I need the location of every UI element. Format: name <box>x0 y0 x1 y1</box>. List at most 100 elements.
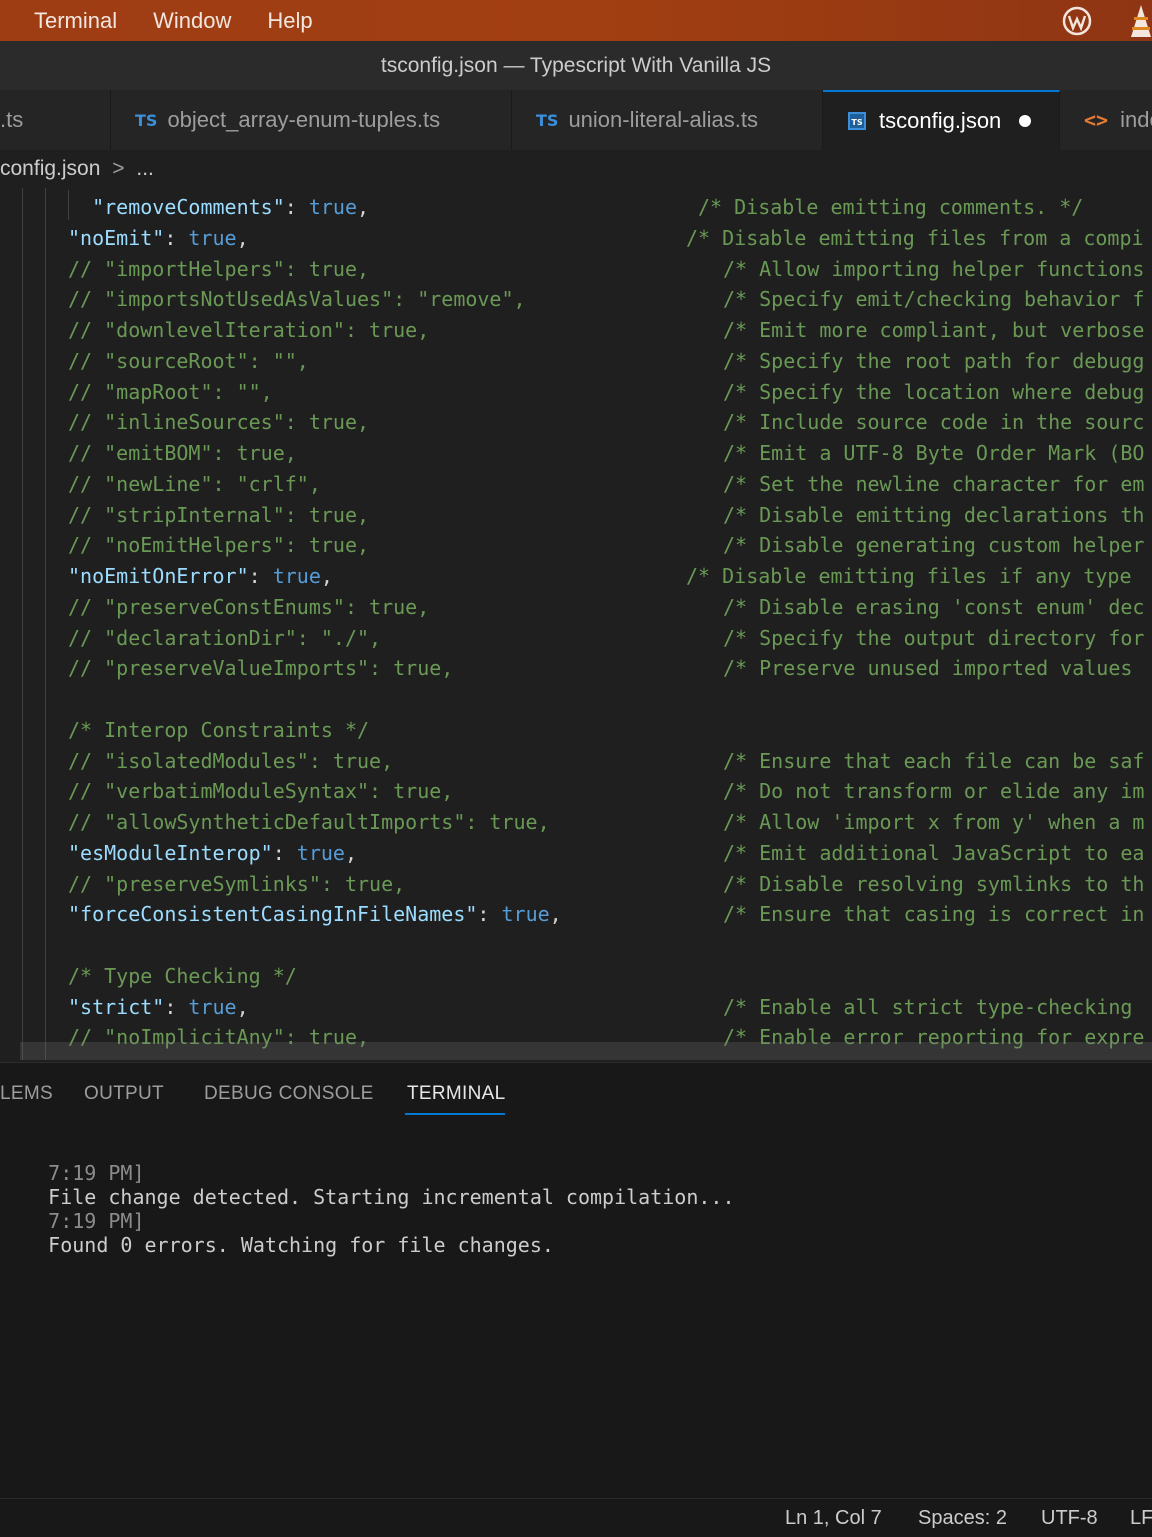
code-text: // "inlineSources": true, <box>68 410 370 435</box>
code-comment: /* Ensure that each file can be saf <box>723 748 1145 773</box>
code-text: // "declarationDir": "./", <box>68 625 382 650</box>
tab-union-literal-alias[interactable]: TS union-literal-alias.ts <box>512 90 823 150</box>
code-line[interactable]: // "downlevelIteration": true, /* Emit mo… <box>0 315 1152 346</box>
code-line[interactable]: // "newLine": "crlf", /* Set the newline … <box>0 469 1152 500</box>
tab-debug-console[interactable]: DEBUG CONSOLE <box>204 1083 374 1105</box>
code-line[interactable]: // "inlineSources": true, /* Include sour… <box>0 407 1152 438</box>
code-editor[interactable]: "removeComments": true, /* Disable emitti… <box>0 188 1152 1060</box>
code-line[interactable]: // "stripInternal": true, /* Disable emit… <box>0 500 1152 531</box>
tab-index-html[interactable]: <> inde <box>1060 90 1152 150</box>
code-line[interactable] <box>0 684 1152 715</box>
tab-object-array-enum-tuples[interactable]: TS object_array-enum-tuples.ts <box>111 90 512 150</box>
code-comment: /* Emit additional JavaScript to ea <box>723 840 1145 865</box>
tab-output[interactable]: OUTPUT <box>84 1083 164 1105</box>
code-line[interactable]: "noEmitOnError": true, /* Disable emittin… <box>0 561 1152 592</box>
code-text: // "isolatedModules": true, <box>68 748 394 773</box>
breadcrumb-more[interactable]: ... <box>136 157 154 180</box>
vlc-icon[interactable] <box>1130 3 1152 39</box>
code-text: // "sourceRoot": "", <box>68 348 309 373</box>
code-line[interactable] <box>0 930 1152 961</box>
code-comment: /* Disable emitting comments. */ <box>698 195 1084 219</box>
terminal-line: 7:19 PM] Found 0 errors. Watching for fi… <box>0 1185 554 1281</box>
code-line[interactable]: "forceConsistentCasingInFileNames": true… <box>0 899 1152 930</box>
code-line[interactable]: // "mapRoot": "", /* Specify the location… <box>0 377 1152 408</box>
code-line[interactable]: // "preserveSymlinks": true, /* Disable r… <box>0 869 1152 900</box>
code-text: // "preserveValueImports": true, <box>68 656 454 681</box>
tab-partial-ts[interactable]: .ts <box>0 90 111 150</box>
breadcrumb-file[interactable]: config.json <box>0 157 100 180</box>
code-line[interactable]: "removeComments": true, /* Disable emitti… <box>0 192 1152 223</box>
menu-bar: Terminal Window Help <box>0 0 1152 41</box>
menu-window[interactable]: Window <box>153 8 231 34</box>
code-line[interactable]: // "preserveValueImports": true, /* Prese… <box>0 653 1152 684</box>
code-line[interactable]: // "verbatimModuleSyntax": true, /* Do no… <box>0 776 1152 807</box>
code-text: // "downlevelIteration": true, <box>68 318 430 342</box>
code-text: "noEmit": true, <box>68 225 249 250</box>
code-line[interactable]: // "importHelpers": true, /* Allow import… <box>0 254 1152 285</box>
tab-terminal[interactable]: TERMINAL <box>407 1083 505 1105</box>
tab-tsconfig-json[interactable]: TS tsconfig.json <box>823 90 1060 150</box>
menu-help[interactable]: Help <box>267 8 312 34</box>
code-line[interactable]: // "sourceRoot": "", /* Specify the root … <box>0 346 1152 377</box>
code-line[interactable]: "esModuleInterop": true, /* Emit addition… <box>0 838 1152 869</box>
code-line[interactable]: // "importsNotUsedAsValues": "remove", /*… <box>0 284 1152 315</box>
code-comment: /* Enable all strict type-checking <box>723 994 1133 1019</box>
code-text: // "mapRoot": "", <box>68 379 273 404</box>
code-line[interactable]: // "declarationDir": "./", /* Specify the… <box>0 623 1152 654</box>
cursor-position[interactable]: Ln 1, Col 7 <box>785 1507 882 1530</box>
code-line[interactable]: // "isolatedModules": true, /* Ensure tha… <box>0 746 1152 777</box>
window-title: tsconfig.json — Typescript With Vanilla … <box>0 41 1152 91</box>
editor-tab-bar: .ts TS object_array-enum-tuples.ts TS un… <box>0 90 1152 150</box>
code-text: // "importsNotUsedAsValues": "remove", <box>68 287 526 312</box>
code-text: "forceConsistentCasingInFileNames": true… <box>68 902 562 927</box>
ts-file-icon: TS <box>536 110 559 130</box>
html-file-icon: <> <box>1084 108 1109 132</box>
code-line[interactable]: "noEmit": true, /* Disable emitting files… <box>0 223 1152 254</box>
code-line[interactable]: // "allowSyntheticDefaultImports": true,… <box>0 807 1152 838</box>
eol-setting[interactable]: LF <box>1130 1507 1152 1530</box>
horizontal-scrollbar[interactable] <box>20 1042 1152 1060</box>
code-comment: /* Preserve unused imported values <box>723 656 1133 681</box>
code-comment: /* Include source code in the sourc <box>723 410 1145 435</box>
tab-label: inde <box>1120 107 1152 132</box>
code-comment: /* Specify the output directory for <box>723 625 1145 650</box>
encoding-setting[interactable]: UTF-8 <box>1041 1507 1098 1530</box>
code-text: "noEmitOnError": true, <box>68 564 333 588</box>
code-text: // "preserveConstEnums": true, <box>68 594 430 619</box>
menu-tray <box>1062 0 1152 41</box>
code-line[interactable]: "strict": true, /* Enable all strict type… <box>0 992 1152 1023</box>
chevron-right-icon: > <box>112 157 125 180</box>
indentation-setting[interactable]: Spaces: 2 <box>918 1507 1007 1530</box>
code-comment: /* Disable emitting declarations th <box>723 502 1145 527</box>
code-line[interactable]: /* Interop Constraints */ <box>0 715 1152 746</box>
code-line[interactable]: /* Type Checking */ <box>0 961 1152 992</box>
code-comment: /* Emit more compliant, but verbose <box>723 318 1145 342</box>
wordpress-icon[interactable] <box>1062 6 1092 36</box>
code-text: /* Interop Constraints */ <box>68 717 370 742</box>
tsconfig-file-icon: TS <box>847 111 867 131</box>
menu-terminal[interactable]: Terminal <box>34 8 117 34</box>
code-comment: /* Ensure that casing is correct in <box>723 902 1145 927</box>
active-tab-indicator <box>405 1113 505 1115</box>
code-text: "esModuleInterop": true, <box>68 840 358 865</box>
code-text: /* Type Checking */ <box>68 963 297 988</box>
tab-problems[interactable]: LEMS <box>0 1083 53 1105</box>
ts-file-icon: TS <box>135 110 158 130</box>
code-comment: /* Allow 'import x from y' when a m <box>723 810 1145 834</box>
code-comment: /* Specify the location where debug <box>723 379 1145 404</box>
code-line[interactable]: // "emitBOM": true, /* Emit a UTF-8 Byte … <box>0 438 1152 469</box>
code-text: // "verbatimModuleSyntax": true, <box>68 779 454 804</box>
code-text: // "importHelpers": true, <box>68 256 370 281</box>
code-comment: /* Disable emitting files from a compi <box>686 225 1144 250</box>
tab-label: union-literal-alias.ts <box>568 107 758 132</box>
unsaved-dot-icon[interactable] <box>1019 115 1032 127</box>
tab-label: object_array-enum-tuples.ts <box>167 107 441 132</box>
code-comment: /* Specify the root path for debugg <box>723 348 1145 373</box>
code-comment: /* Specify emit/checking behavior f <box>723 287 1145 312</box>
code-line[interactable]: // "noEmitHelpers": true, /* Disable gene… <box>0 530 1152 561</box>
code-line[interactable]: // "preserveConstEnums": true, /* Disable… <box>0 592 1152 623</box>
terminal-message: Found 0 errors. Watching for file change… <box>48 1233 554 1257</box>
code-text: "strict": true, <box>68 994 249 1019</box>
bottom-panel: LEMS OUTPUT DEBUG CONSOLE TERMINAL 7:19 … <box>0 1062 1152 1499</box>
code-text: // "allowSyntheticDefaultImports": true, <box>68 810 550 834</box>
